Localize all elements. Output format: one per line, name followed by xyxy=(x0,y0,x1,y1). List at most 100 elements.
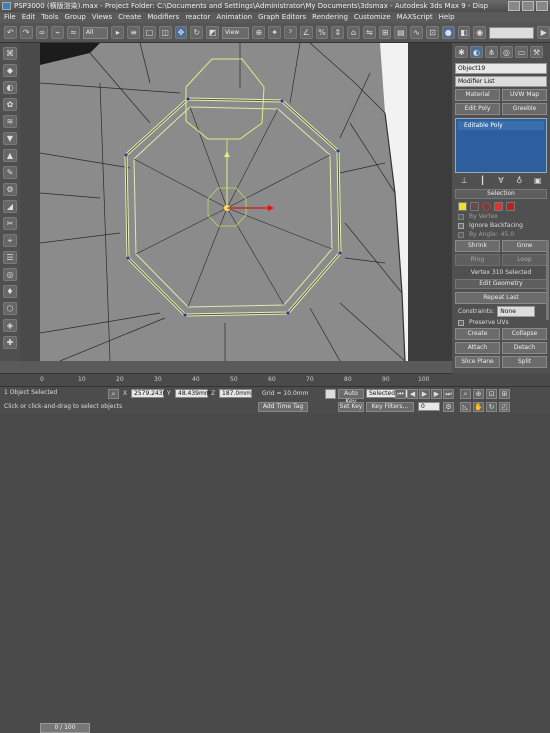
shrink-button[interactable]: Shrink xyxy=(455,240,500,252)
collapse-button[interactable]: Collapse xyxy=(502,328,547,340)
tool-icon-6[interactable]: ▼ xyxy=(3,132,17,145)
align-icon[interactable]: ⊞ xyxy=(378,26,392,39)
minimize-button[interactable] xyxy=(508,1,520,11)
tool-icon-17[interactable]: ◈ xyxy=(3,319,17,332)
menu-customize[interactable]: Customize xyxy=(354,12,391,23)
rectangle-selection-icon[interactable]: □ xyxy=(143,26,156,39)
select-and-move-icon[interactable]: ✥ xyxy=(174,26,188,39)
mirror-icon[interactable]: ⇋ xyxy=(362,26,376,39)
select-and-rotate-icon[interactable]: ↻ xyxy=(190,26,204,39)
zoom-all-icon[interactable]: ⊕ xyxy=(473,389,484,399)
render-setup-icon[interactable]: ◧ xyxy=(457,26,471,39)
time-slider[interactable]: 0 / 100 xyxy=(40,723,90,733)
slice-plane-button[interactable]: Slice Plane xyxy=(455,356,500,368)
current-frame-field[interactable]: 0 xyxy=(418,402,440,411)
menu-file[interactable]: File xyxy=(4,12,16,23)
field-of-view-icon[interactable]: ◺ xyxy=(460,402,471,412)
lock-selection-icon[interactable]: ⌕ xyxy=(108,389,119,399)
ring-button[interactable]: Ring xyxy=(455,254,500,266)
tool-icon-9[interactable]: ⚙ xyxy=(3,183,17,196)
close-button[interactable] xyxy=(536,1,548,11)
viewport-label[interactable]: Top xyxy=(42,44,52,51)
key-filters-button[interactable]: Key Filters... xyxy=(366,402,414,412)
window-crossing-icon[interactable]: ◫ xyxy=(158,26,172,39)
tool-icon-1[interactable]: ⌘ xyxy=(3,47,17,60)
detach-button[interactable]: Detach xyxy=(502,342,547,354)
polygon-level-icon[interactable] xyxy=(494,202,503,211)
tool-icon-14[interactable]: ◎ xyxy=(3,268,17,281)
set-key-icon[interactable]: ● xyxy=(325,389,336,399)
uvw-map-button[interactable]: UVW Map xyxy=(502,89,547,101)
display-tab-icon[interactable]: ▭ xyxy=(515,46,528,58)
tool-icon-12[interactable]: ⌖ xyxy=(3,234,17,247)
command-panel-scrollbar[interactable] xyxy=(546,240,549,320)
grow-button[interactable]: Grow xyxy=(502,240,547,252)
tool-icon-10[interactable]: ◢ xyxy=(3,200,17,213)
modify-tab-icon[interactable]: ◐ xyxy=(470,46,483,58)
y-coordinate-field[interactable]: 48.439mm xyxy=(175,389,211,398)
bind-space-warp-icon[interactable]: ≈ xyxy=(67,26,80,39)
menu-graph-editors[interactable]: Graph Editors xyxy=(258,12,306,23)
pin-stack-icon[interactable]: ⊥ xyxy=(458,176,470,186)
redo-icon[interactable]: ↷ xyxy=(19,26,33,39)
select-manipulate-icon[interactable]: ✦ xyxy=(268,26,282,39)
menu-modifiers[interactable]: Modifiers xyxy=(147,12,179,23)
track-bar[interactable]: 0 10 20 30 40 50 60 70 80 90 100 xyxy=(0,373,452,386)
viewport-top[interactable]: Top xyxy=(40,43,408,361)
tool-icon-7[interactable]: ▲ xyxy=(3,149,17,162)
selection-filter-dropdown[interactable]: All xyxy=(82,26,109,39)
ignore-backfacing-checkbox[interactable] xyxy=(458,222,464,229)
menu-maxscript[interactable]: MAXScript xyxy=(397,12,433,23)
menu-rendering[interactable]: Rendering xyxy=(312,12,348,23)
edit-poly-button[interactable]: Edit Poly xyxy=(455,103,500,115)
select-by-name-icon[interactable]: ≡ xyxy=(127,26,141,39)
by-angle-checkbox[interactable] xyxy=(458,231,464,238)
edge-level-icon[interactable]: ◁ xyxy=(470,202,479,211)
z-coordinate-field[interactable]: 187.0mm xyxy=(219,389,252,398)
create-button[interactable]: Create xyxy=(455,328,500,340)
tool-icon-4[interactable]: ✿ xyxy=(3,98,17,111)
tool-icon-8[interactable]: ✎ xyxy=(3,166,17,179)
selection-rollout-header[interactable]: Selection xyxy=(455,189,547,199)
render-type-dropdown[interactable] xyxy=(489,26,535,39)
utilities-tab-icon[interactable]: ⚒ xyxy=(530,46,543,58)
menu-group[interactable]: Group xyxy=(65,12,86,23)
tool-icon-5[interactable]: ≋ xyxy=(3,115,17,128)
x-coordinate-field[interactable]: 2579.243r xyxy=(131,389,165,398)
tool-icon-18[interactable]: ✚ xyxy=(3,336,17,349)
previous-frame-icon[interactable]: ◀ xyxy=(407,389,418,399)
time-config-icon[interactable]: ⚙ xyxy=(443,402,454,412)
link-icon[interactable]: ∞ xyxy=(35,26,49,39)
layer-manager-icon[interactable]: ▤ xyxy=(394,26,408,39)
angle-snap-icon[interactable]: ∠ xyxy=(299,26,313,39)
snap-3d-icon[interactable]: ³ xyxy=(284,26,297,39)
set-key-button[interactable]: Set Key xyxy=(338,402,364,412)
vertex-level-icon[interactable] xyxy=(458,202,467,211)
modifier-list-dropdown[interactable]: Modifier List xyxy=(455,76,547,87)
tool-icon-15[interactable]: ♦ xyxy=(3,285,17,298)
zoom-icon[interactable]: ⌕ xyxy=(460,389,471,399)
named-selection-icon[interactable]: ⌂ xyxy=(347,26,360,39)
curve-editor-icon[interactable]: ∿ xyxy=(410,26,424,39)
attach-button[interactable]: Attach xyxy=(455,342,500,354)
schematic-view-icon[interactable]: ⊡ xyxy=(426,26,439,39)
make-unique-icon[interactable]: ∀ xyxy=(495,176,507,186)
tool-icon-3[interactable]: ◐ xyxy=(3,81,17,94)
quick-render-icon[interactable]: ▶ xyxy=(537,26,550,39)
edit-geometry-rollout-header[interactable]: Edit Geometry xyxy=(455,279,547,289)
go-to-start-icon[interactable]: ⏮ xyxy=(395,389,406,399)
material-button[interactable]: Material xyxy=(455,89,500,101)
auto-key-button[interactable]: Auto Key xyxy=(338,389,364,405)
pivot-center-icon[interactable]: ⊕ xyxy=(252,26,266,39)
object-name-field[interactable]: Object19 xyxy=(455,63,547,74)
select-and-scale-icon[interactable]: ◩ xyxy=(206,26,219,39)
tool-icon-16[interactable]: ⬡ xyxy=(3,302,17,315)
tool-icon-2[interactable]: ◆ xyxy=(3,64,17,77)
select-object-icon[interactable]: ▸ xyxy=(111,26,125,39)
spinner-snap-icon[interactable]: ⇕ xyxy=(331,26,345,39)
zoom-extents-all-icon[interactable]: ⊞ xyxy=(499,389,510,399)
maximize-button[interactable] xyxy=(522,1,534,11)
material-editor-icon[interactable]: ● xyxy=(441,26,455,39)
maximize-viewport-icon[interactable]: ◰ xyxy=(499,402,510,412)
add-time-tag-button[interactable]: Add Time Tag xyxy=(258,402,308,412)
